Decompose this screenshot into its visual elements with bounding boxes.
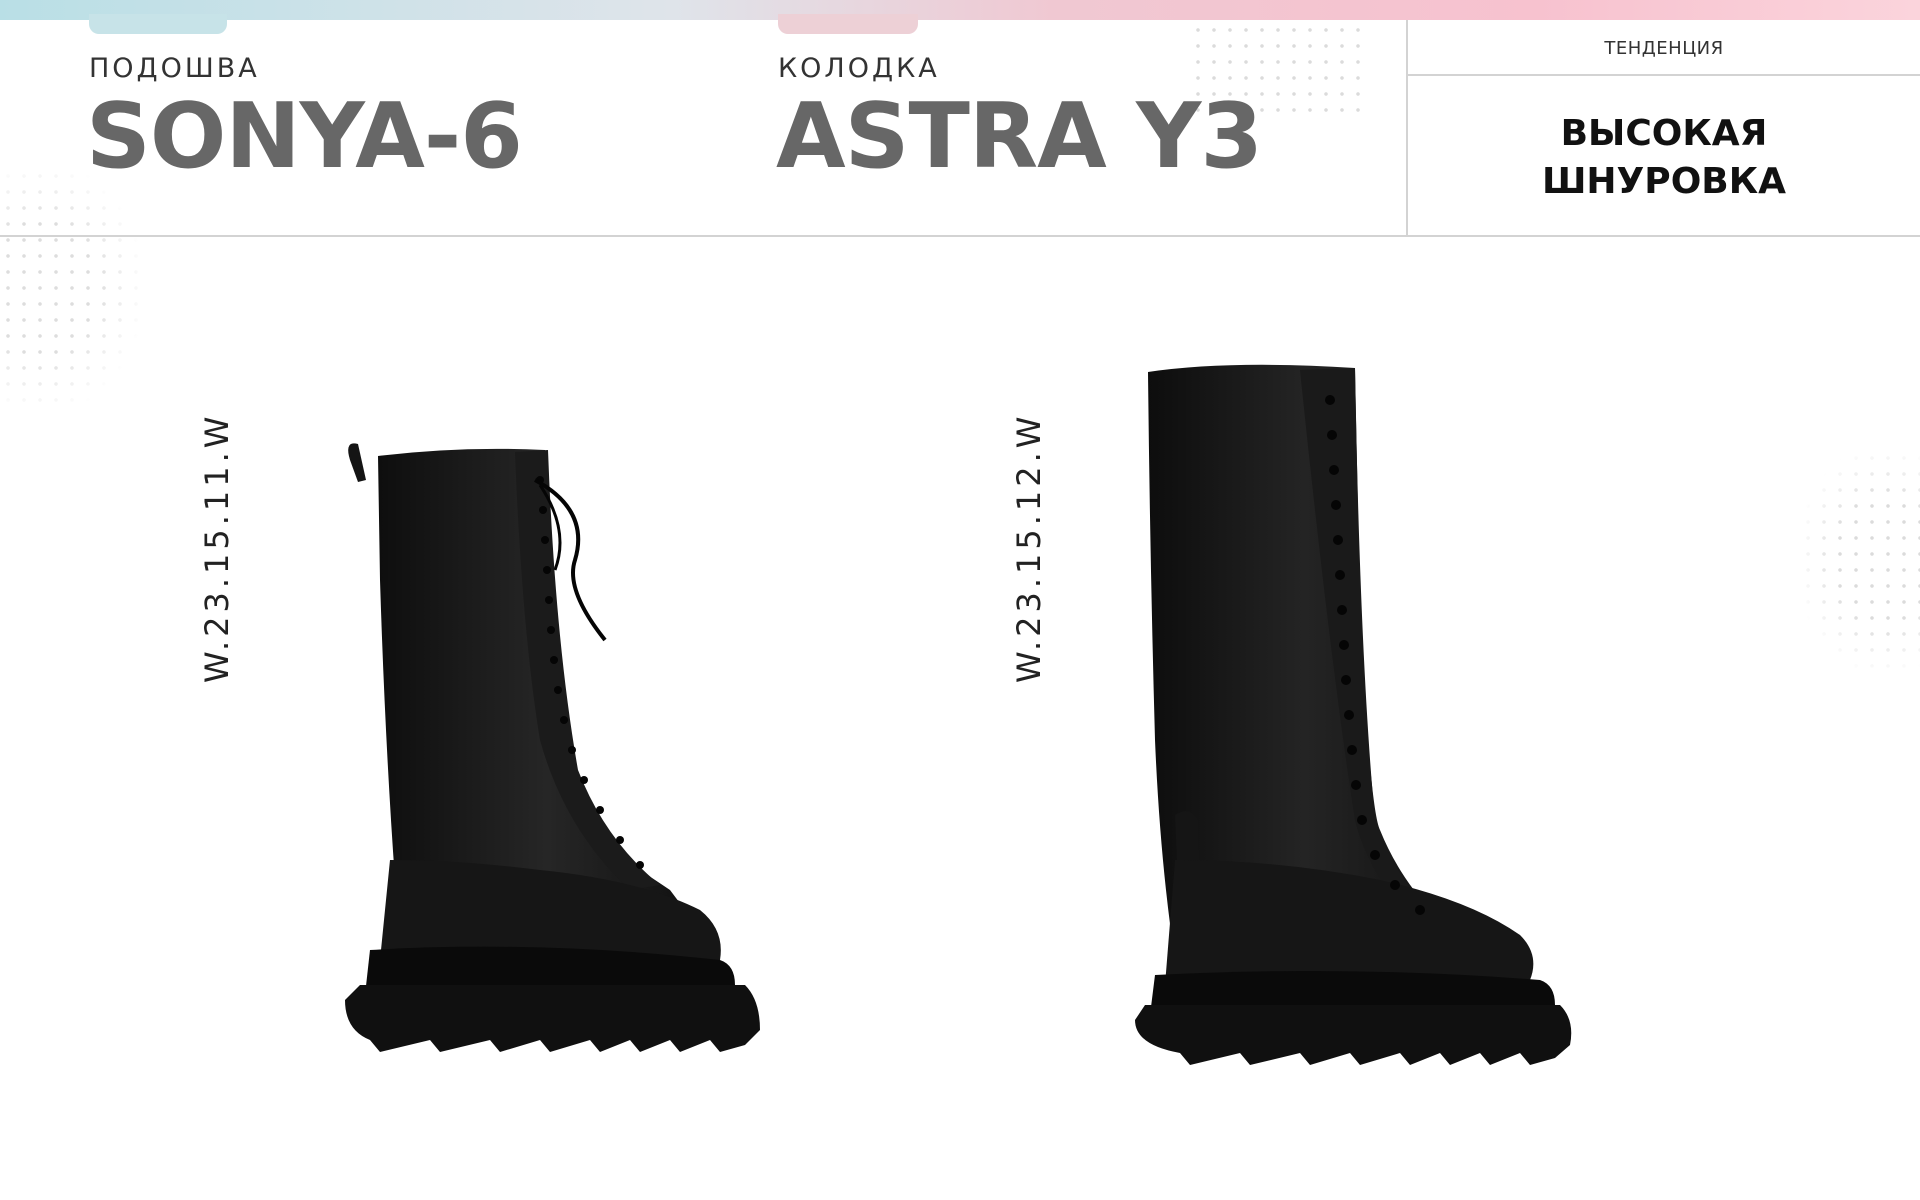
top-gradient-band — [0, 0, 1920, 20]
decorative-tab — [778, 14, 918, 34]
decorative-tab — [89, 14, 227, 34]
sole-label: ПОДОШВА — [89, 53, 260, 84]
header-divider — [0, 235, 1920, 237]
last-label: КОЛОДКА — [778, 53, 940, 84]
black-lace-up-knee-boot-icon — [345, 443, 760, 1052]
trend-value: ВЫСОКАЯ ШНУРОВКА — [1408, 110, 1920, 206]
trend-label: ТЕНДЕНЦИЯ — [1604, 38, 1724, 59]
trend-value-line: ВЫСОКАЯ — [1560, 113, 1768, 154]
trend-value-line: ШНУРОВКА — [1541, 161, 1787, 202]
trend-label-divider — [1408, 74, 1920, 76]
black-lace-up-knee-boot-icon — [1135, 364, 1572, 1065]
product-sku: W.23.15.11.W — [198, 412, 236, 683]
last-name: ASTRA Y3 — [776, 84, 1263, 189]
sole-name: SONYA-6 — [86, 84, 523, 189]
dot-pattern — [1800, 450, 1920, 670]
dot-pattern — [0, 168, 140, 408]
product-sku: W.23.15.12.W — [1010, 412, 1048, 683]
